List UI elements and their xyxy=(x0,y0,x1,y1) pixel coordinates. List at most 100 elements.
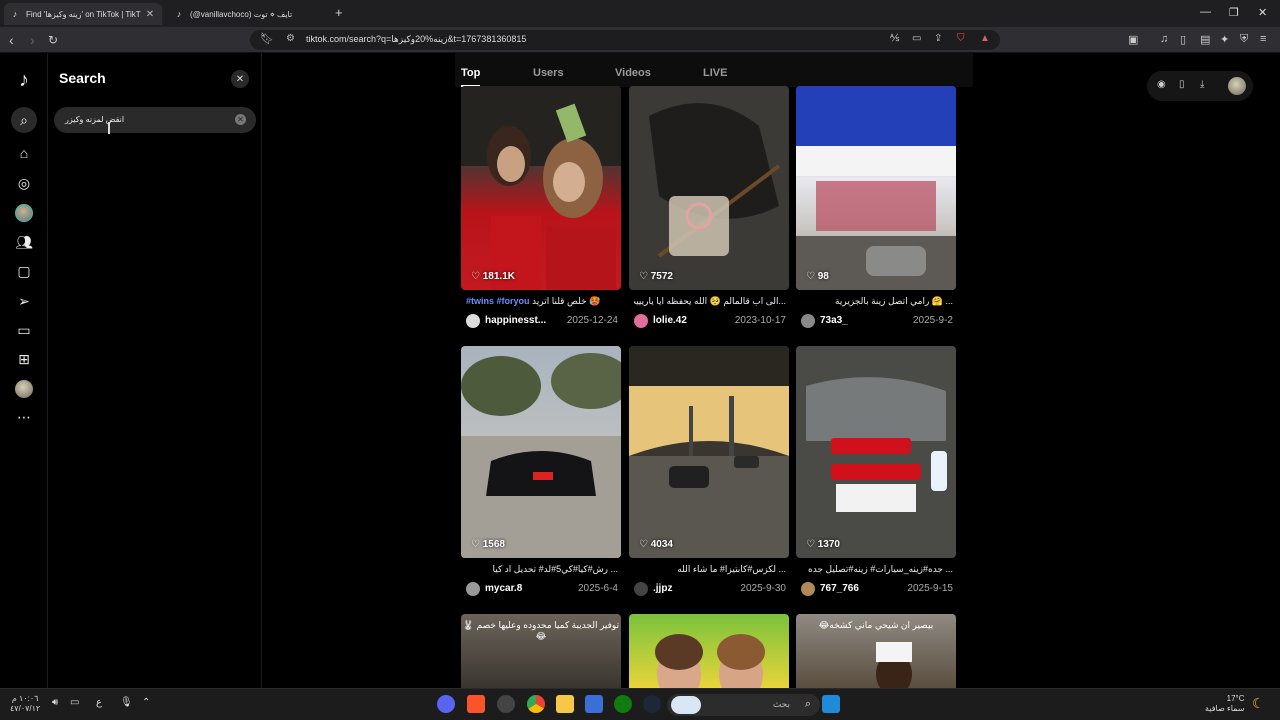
tab-title: Find 'زينه وكيزها' on TikTok | TikT xyxy=(26,9,141,19)
author-avatar[interactable] xyxy=(634,314,648,328)
translate-icon[interactable]: ⅍ xyxy=(890,33,899,44)
store-icon[interactable] xyxy=(585,695,603,713)
video-thumbnail[interactable] xyxy=(629,614,789,688)
ai-icon[interactable]: ✦ xyxy=(1220,33,1229,46)
video-card[interactable]: بيصير ان شيحي ماني كشخه😂 xyxy=(796,614,956,688)
author-name[interactable]: 73a3_ xyxy=(820,315,848,326)
video-thumbnail[interactable]: ♡ 7572 xyxy=(629,86,789,290)
video-card[interactable]: ♡ 98 ... 🤗 رامي اتصل زينة بالجزيرية 73a3… xyxy=(796,86,956,336)
forward-button[interactable]: › xyxy=(30,32,35,48)
video-thumbnail[interactable]: ♡ 181.1K xyxy=(461,86,621,290)
tab-top[interactable]: Top xyxy=(461,67,480,79)
panel-icon[interactable]: ▯ xyxy=(1180,33,1186,46)
search-input[interactable]: انقض لمزنه وكيزر ✕ xyxy=(54,107,256,133)
close-window-button[interactable]: ✕ xyxy=(1258,6,1267,19)
author-avatar[interactable] xyxy=(466,582,480,596)
steam-icon[interactable] xyxy=(643,695,661,713)
browser-tab-active[interactable]: ♪ Find 'زينه وكيزها' on TikTok | TikT ✕ xyxy=(4,3,162,25)
xbox-icon[interactable] xyxy=(614,695,632,713)
author-name[interactable]: mycar.8 xyxy=(485,583,522,594)
chrome-icon[interactable] xyxy=(527,695,545,713)
download-icon[interactable]: ⤓ xyxy=(1200,79,1204,90)
discord-icon[interactable] xyxy=(437,695,455,713)
maximize-button[interactable]: ❐ xyxy=(1229,6,1239,19)
brave-icon[interactable] xyxy=(467,695,485,713)
author-avatar[interactable] xyxy=(634,582,648,596)
clock[interactable]: ١٠:٠٦ م ٤٧/٠٧/١٢ xyxy=(10,694,40,714)
search-input-value: انقض لمزنه وكيزر xyxy=(65,115,125,124)
explore-icon[interactable]: ◎ xyxy=(14,173,34,193)
device-icon[interactable]: ▯ xyxy=(1179,79,1185,90)
video-card[interactable]: توفير الجديبة كميا محدوده وعليها خصم 🐰😂 xyxy=(461,614,621,688)
rewards-icon[interactable]: ▲ xyxy=(980,33,990,44)
new-tab-button[interactable]: + xyxy=(335,5,343,20)
cast-icon[interactable]: ▭ xyxy=(912,33,921,44)
search-icon[interactable]: ⌕ xyxy=(11,107,37,133)
menu-icon[interactable]: ≡ xyxy=(1260,33,1266,45)
video-card[interactable]: ♡ 181.1K #twins #foryou خلص قلنا اتريد 🥵… xyxy=(461,86,621,336)
bookmark-icon[interactable]: 🔖︎ xyxy=(260,32,274,45)
back-button[interactable]: ‹ xyxy=(9,32,14,48)
author-avatar[interactable] xyxy=(466,314,480,328)
volume-icon[interactable]: 🔊︎ xyxy=(52,697,58,708)
network-icon[interactable]: ▭ xyxy=(70,697,79,708)
language-indicator[interactable]: ع xyxy=(96,697,102,708)
video-thumbnail[interactable]: ♡ 1568 xyxy=(461,346,621,558)
close-search-button[interactable]: ✕ xyxy=(231,70,249,88)
wallet-icon[interactable]: ▤ xyxy=(1200,33,1210,46)
coin-icon[interactable]: ◉ xyxy=(1157,79,1166,90)
video-card[interactable]: ♡ 1370 ... جده#زينه_سيارات# زينه#تصليل ج… xyxy=(796,346,956,596)
following-avatar[interactable] xyxy=(14,203,34,223)
taskbar-search[interactable]: بحث ⌕ xyxy=(667,694,820,716)
close-tab-icon[interactable]: ✕ xyxy=(144,9,156,20)
video-thumbnail[interactable]: ♡ 4034 xyxy=(629,346,789,558)
vpn-icon[interactable]: ⛨ xyxy=(1240,33,1248,46)
video-card[interactable]: ♡ 1568 ... رش#كيا#كي5#لد# تحديل اد كيا m… xyxy=(461,346,621,596)
clear-search-icon[interactable]: ✕ xyxy=(235,114,246,125)
profile-avatar[interactable] xyxy=(1228,77,1246,95)
video-card[interactable]: ♡ 4034 ... لكزس#كابتيزا# ما شاء الله .jj… xyxy=(629,346,789,596)
activity-icon[interactable]: ▭ xyxy=(14,320,34,340)
author-avatar[interactable] xyxy=(801,314,815,328)
video-thumbnail[interactable]: بيصير ان شيحي ماني كشخه😂 xyxy=(796,614,956,688)
address-bar[interactable]: 🔖︎ ⚙︎ tiktok.com/search?q=زينه%20وكيزها&… xyxy=(250,30,1000,50)
site-info-icon[interactable]: ⚙︎ xyxy=(286,33,295,44)
reload-button[interactable]: ↻ xyxy=(48,33,58,47)
thumbnail-art xyxy=(876,642,912,688)
video-card[interactable]: ♡ 7572 ...الى اب قالمالم 🥺 الله يحفظه اي… xyxy=(629,86,789,336)
video-thumbnail[interactable]: ♡ 1370 xyxy=(796,346,956,558)
browser-tab[interactable]: ♪ (@vanillavchoco) تايف ⋄ توت xyxy=(168,3,328,25)
sidebar-toggle-icon[interactable]: ▣ xyxy=(1128,33,1138,46)
media-icon[interactable]: ♫ xyxy=(1160,33,1168,45)
clock-date: ٤٧/٠٧/١٢ xyxy=(10,704,41,713)
video-thumbnail[interactable]: ♡ 98 xyxy=(796,86,956,290)
author-name[interactable]: 767_766 xyxy=(820,583,859,594)
upload-icon[interactable]: ⊞ xyxy=(14,349,34,369)
tab-live[interactable]: LIVE xyxy=(703,67,727,79)
weather-widget[interactable]: 17°C سماء صافية xyxy=(1205,694,1245,714)
live-icon[interactable]: ▢ xyxy=(14,261,34,281)
tray-chevron-icon[interactable]: ⌃ xyxy=(142,697,150,708)
obs-icon[interactable] xyxy=(497,695,515,713)
home-icon[interactable]: ⌂ xyxy=(14,143,34,163)
messages-icon[interactable]: ➢ xyxy=(14,291,34,311)
video-card[interactable] xyxy=(629,614,789,688)
microphone-icon[interactable]: 🎙︎ xyxy=(120,697,133,708)
tab-users[interactable]: Users xyxy=(533,67,564,79)
author-name[interactable]: lolie.42 xyxy=(653,315,687,326)
profile-avatar[interactable] xyxy=(14,379,34,399)
video-meta: happinesst... 2025-12-24 xyxy=(466,314,621,328)
tab-videos[interactable]: Videos xyxy=(615,67,651,79)
start-icon[interactable] xyxy=(822,695,840,713)
author-name[interactable]: .jjpz xyxy=(653,583,672,594)
friends-icon[interactable]: 👥︎ xyxy=(14,232,34,252)
author-avatar[interactable] xyxy=(801,582,815,596)
author-name[interactable]: happinesst... xyxy=(485,315,546,326)
share-icon[interactable]: ⇪ xyxy=(934,33,942,44)
minimize-button[interactable]: — xyxy=(1200,6,1211,18)
tiktok-logo-icon[interactable]: ♪ xyxy=(12,68,36,92)
more-icon[interactable]: ⋯ xyxy=(14,407,34,427)
video-thumbnail[interactable]: توفير الجديبة كميا محدوده وعليها خصم 🐰😂 xyxy=(461,614,621,688)
brave-shield-icon[interactable]: ⛉ xyxy=(957,33,965,44)
file-explorer-icon[interactable] xyxy=(556,695,574,713)
